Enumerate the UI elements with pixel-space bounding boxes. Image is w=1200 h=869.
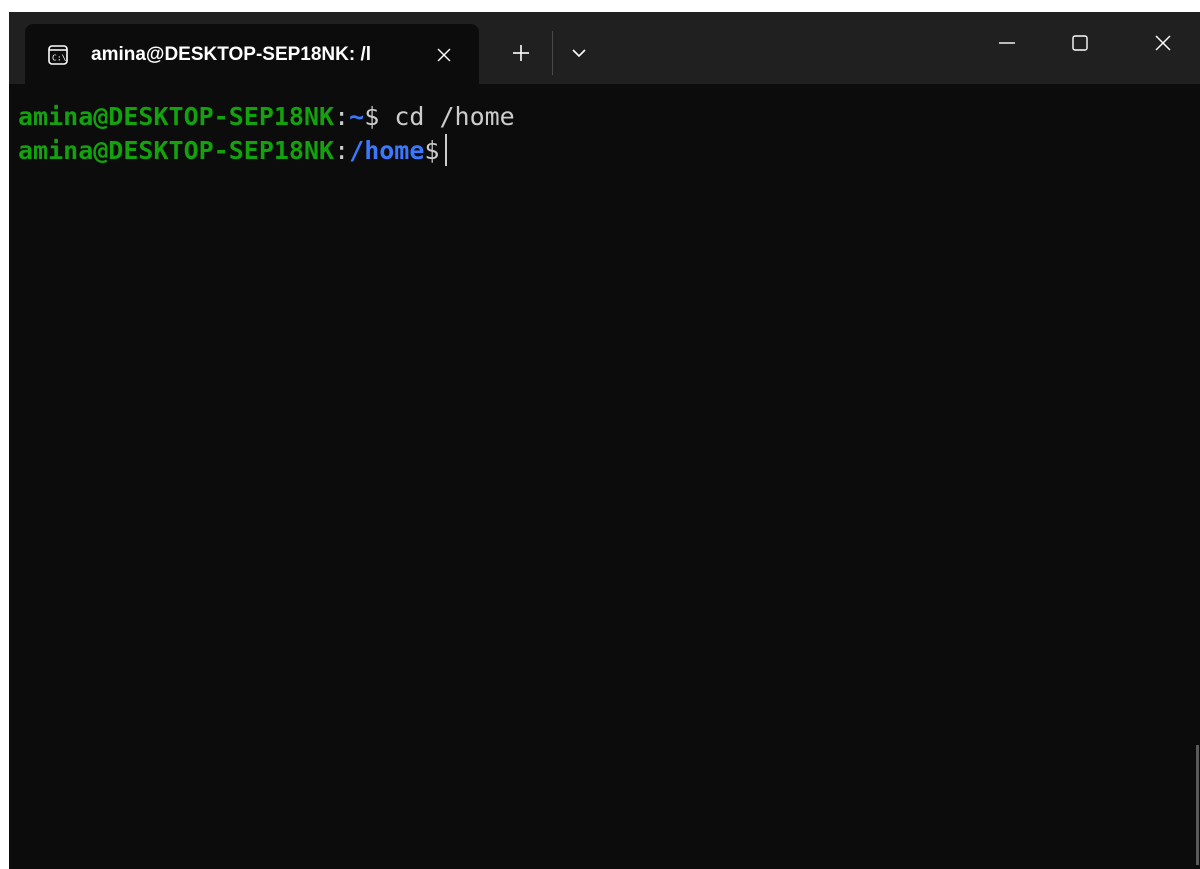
close-icon[interactable] (1124, 12, 1200, 74)
user-host: amina@DESKTOP-SEP18NK (18, 136, 335, 165)
prompt-symbol: $ (364, 102, 380, 131)
svg-text:C:\: C:\ (52, 54, 67, 63)
maximize-icon[interactable] (1041, 12, 1119, 74)
prompt-separator: : (334, 136, 350, 165)
prompt-symbol: $ (424, 136, 440, 165)
tab-terminal[interactable]: C:\ amina@DESKTOP-SEP18NK: /l (25, 24, 479, 84)
tab-title: amina@DESKTOP-SEP18NK: /l (91, 44, 372, 65)
current-path: ~ (349, 102, 365, 131)
terminal-line: amina@DESKTOP-SEP18NK:~$ cd /home (18, 100, 1200, 134)
terminal-line: amina@DESKTOP-SEP18NK:/home$ (18, 134, 1200, 168)
minimize-icon[interactable] (968, 12, 1046, 74)
prompt-separator: : (334, 102, 350, 131)
scrollbar[interactable] (1196, 745, 1199, 865)
title-bar: C:\ amina@DESKTOP-SEP18NK: /l (9, 12, 1200, 84)
command-text: cd /home (379, 102, 515, 131)
tab-divider (552, 31, 553, 75)
close-tab-icon[interactable] (427, 38, 461, 72)
plus-icon[interactable] (502, 34, 540, 72)
terminal-window: C:\ amina@DESKTOP-SEP18NK: /l amina@DESK… (9, 12, 1200, 869)
text-cursor (445, 134, 448, 166)
terminal-icon: C:\ (48, 45, 68, 65)
terminal-output[interactable]: amina@DESKTOP-SEP18NK:~$ cd /home amina@… (9, 100, 1200, 869)
chevron-down-icon[interactable] (562, 34, 596, 72)
user-host: amina@DESKTOP-SEP18NK (18, 102, 335, 131)
current-path: /home (349, 136, 425, 165)
